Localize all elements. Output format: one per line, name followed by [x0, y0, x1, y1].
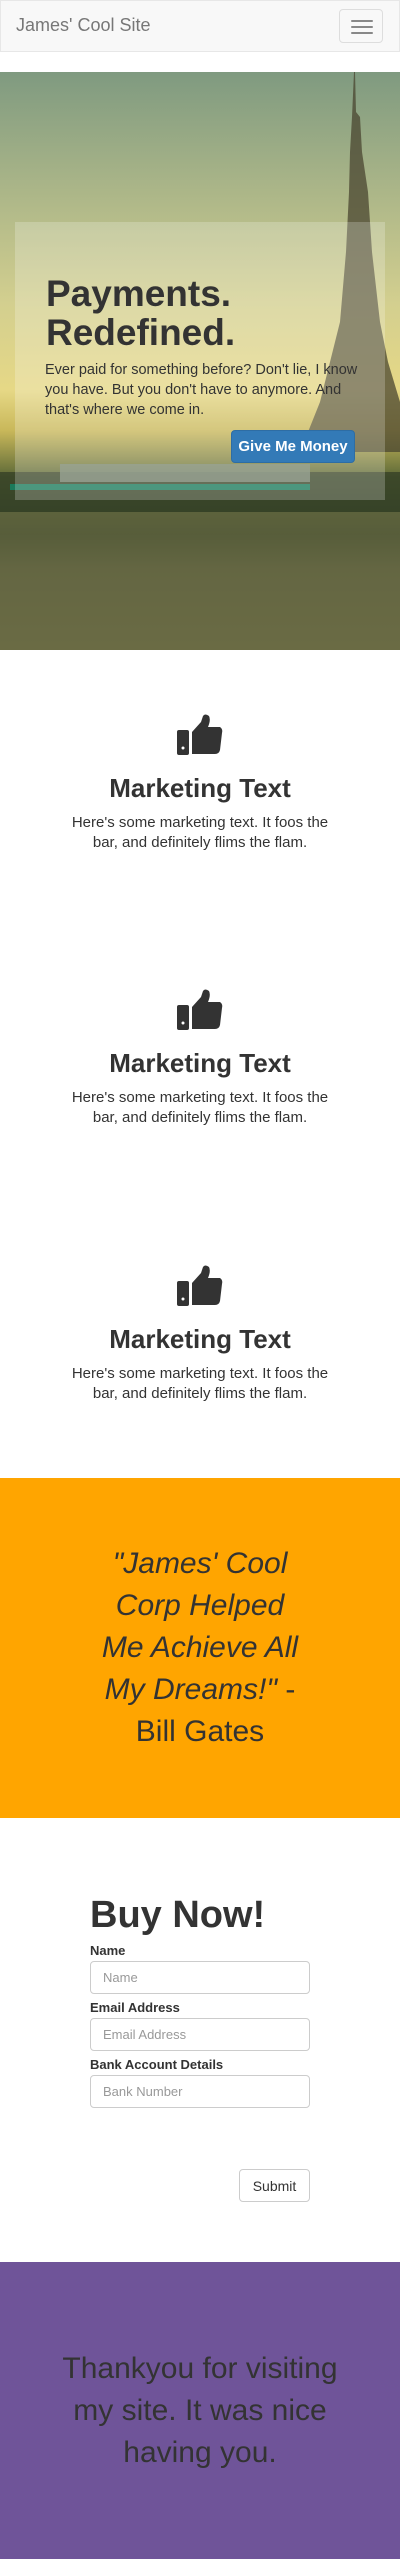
marketing-item: Marketing Text Here's some marketing tex… [0, 714, 400, 853]
testimonial-quote: "James' Cool Corp Helped Me Achieve All … [101, 1547, 299, 1748]
email-input[interactable] [90, 2018, 310, 2051]
give-me-money-button[interactable]: Give Me Money [231, 430, 355, 463]
name-input[interactable] [90, 1961, 310, 1994]
bank-number-input[interactable] [90, 2075, 310, 2108]
buy-now-title: Buy Now! [90, 1894, 266, 1936]
brand-link[interactable]: James' Cool Site [16, 15, 151, 36]
thumbs-up-icon [177, 1265, 223, 1306]
thumbs-up-icon [177, 989, 223, 1030]
buy-now-form: Buy Now! Name Email Address Bank Account… [90, 1893, 310, 2202]
submit-button[interactable]: Submit [239, 2169, 310, 2202]
bank-label: Bank Account Details [90, 2057, 224, 2072]
marketing-item: Marketing Text Here's some marketing tex… [0, 989, 400, 1128]
marketing-body: Here's some marketing text. It foos the … [71, 814, 329, 851]
marketing-title: Marketing Text [109, 1048, 291, 1078]
hero-section: Payments. Redefined. Ever paid for someth… [0, 72, 400, 650]
marketing-body: Here's some marketing text. It foos the … [71, 1089, 329, 1126]
hero-title: Payments. Redefined. [46, 273, 236, 353]
marketing-body: Here's some marketing text. It foos the … [71, 1365, 329, 1402]
menu-toggle-button[interactable] [339, 9, 383, 43]
marketing-item: Marketing Text Here's some marketing tex… [0, 1265, 400, 1404]
email-label: Email Address [90, 2000, 180, 2015]
name-label: Name [90, 1943, 126, 1958]
marketing-title: Marketing Text [109, 1324, 291, 1354]
navbar: James' Cool Site [0, 0, 400, 52]
marketing-title: Marketing Text [109, 773, 291, 803]
hero-description: Ever paid for something before? Don't li… [45, 362, 358, 418]
testimonial-section: "James' Cool Corp Helped Me Achieve All … [0, 1478, 400, 1818]
footer-section: Thankyou for visiting my site. It was ni… [0, 2262, 400, 2559]
thumbs-up-icon [177, 714, 223, 755]
footer-text: Thankyou for visiting my site. It was ni… [62, 2351, 338, 2469]
